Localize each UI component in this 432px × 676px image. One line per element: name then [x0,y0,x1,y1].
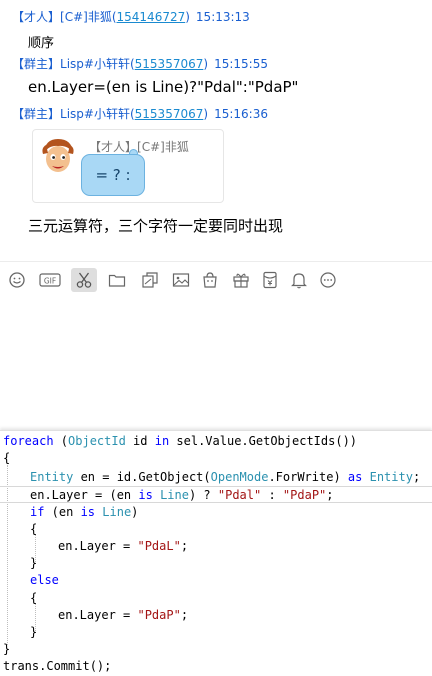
message-text: 三元运算符，三个字符一定要同时出现 [28,217,284,235]
image-icon[interactable] [168,268,194,292]
chat-toolbar: GIF [0,261,432,296]
message-time: 15:15:55 [214,57,268,71]
message-input-area[interactable] [0,296,432,430]
code-line: trans.Commit(); [3,659,112,673]
more-icon[interactable] [315,268,341,292]
sender-qq-link[interactable]: 515357067 [135,107,204,121]
message-time: 15:13:13 [195,10,250,24]
folder-icon[interactable] [104,268,130,292]
message-time: 15:16:36 [214,107,268,121]
code-line: foreach (ObjectId id in sel.Value.GetObj… [3,434,358,448]
quoted-sender: 【才人】[C#]非狐 [89,140,189,154]
bell-icon[interactable] [286,268,312,292]
code-line: en.Layer = "PdaP"; [58,608,189,622]
avatar [42,139,74,172]
code-line: } [3,642,11,656]
code-line: } [30,556,38,570]
emoji-icon[interactable] [4,268,30,292]
sender-role: 【群主】 [12,107,61,121]
shopping-bag-icon[interactable] [197,268,223,292]
code-line: if (en is Line) [30,505,139,519]
quoted-message-card[interactable]: 【才人】[C#]非狐 = ? : [32,129,224,203]
code-line: { [30,591,38,605]
code-line: { [3,451,11,465]
code-line: Entity en = id.GetObject(OpenMode.ForWri… [30,470,421,484]
code-line: { [30,522,38,536]
message-header: 【群主】Lisp#小轩轩(515357067) 15:16:36 [12,107,268,121]
gif-icon[interactable]: GIF [37,268,63,292]
code-line: else [30,573,59,587]
code-editor[interactable]: foreach (ObjectId id in sel.Value.GetObj… [0,430,432,676]
code-line: en.Layer = (en is Line) ? "Pdal" : "PdaP… [30,488,334,502]
sender-name[interactable]: [C#]非狐 [60,10,112,24]
code-line: } [30,625,38,639]
sender-qq-link[interactable]: 515357067 [135,57,204,71]
gift-icon[interactable] [228,268,254,292]
sender-role: 【群主】 [12,57,61,71]
sender-role: 【才人】 [12,10,61,24]
sender-qq-link[interactable]: 154146727 [117,10,186,24]
svg-text:GIF: GIF [44,277,56,286]
sender-name[interactable]: Lisp#小轩轩 [60,57,130,71]
quoted-message-bubble: = ? : [81,154,145,196]
message-header: 【才人】[C#]非狐(154146727) 15:13:13 [12,10,250,24]
red-packet-icon[interactable] [257,268,283,292]
chat-history: 【才人】[C#]非狐(154146727) 15:13:13 顺序 【群主】Lis… [0,0,432,262]
sender-name[interactable]: Lisp#小轩轩 [60,107,130,121]
screenshot-icon[interactable] [137,268,163,292]
message-text: 顺序 [28,36,55,51]
code-line: en.Layer = "PdaL"; [58,539,189,553]
message-header: 【群主】Lisp#小轩轩(515357067) 15:15:55 [12,57,268,71]
scissors-icon[interactable] [71,268,97,292]
message-text: en.Layer=(en is Line)?"Pdal":"PdaP" [28,78,299,96]
